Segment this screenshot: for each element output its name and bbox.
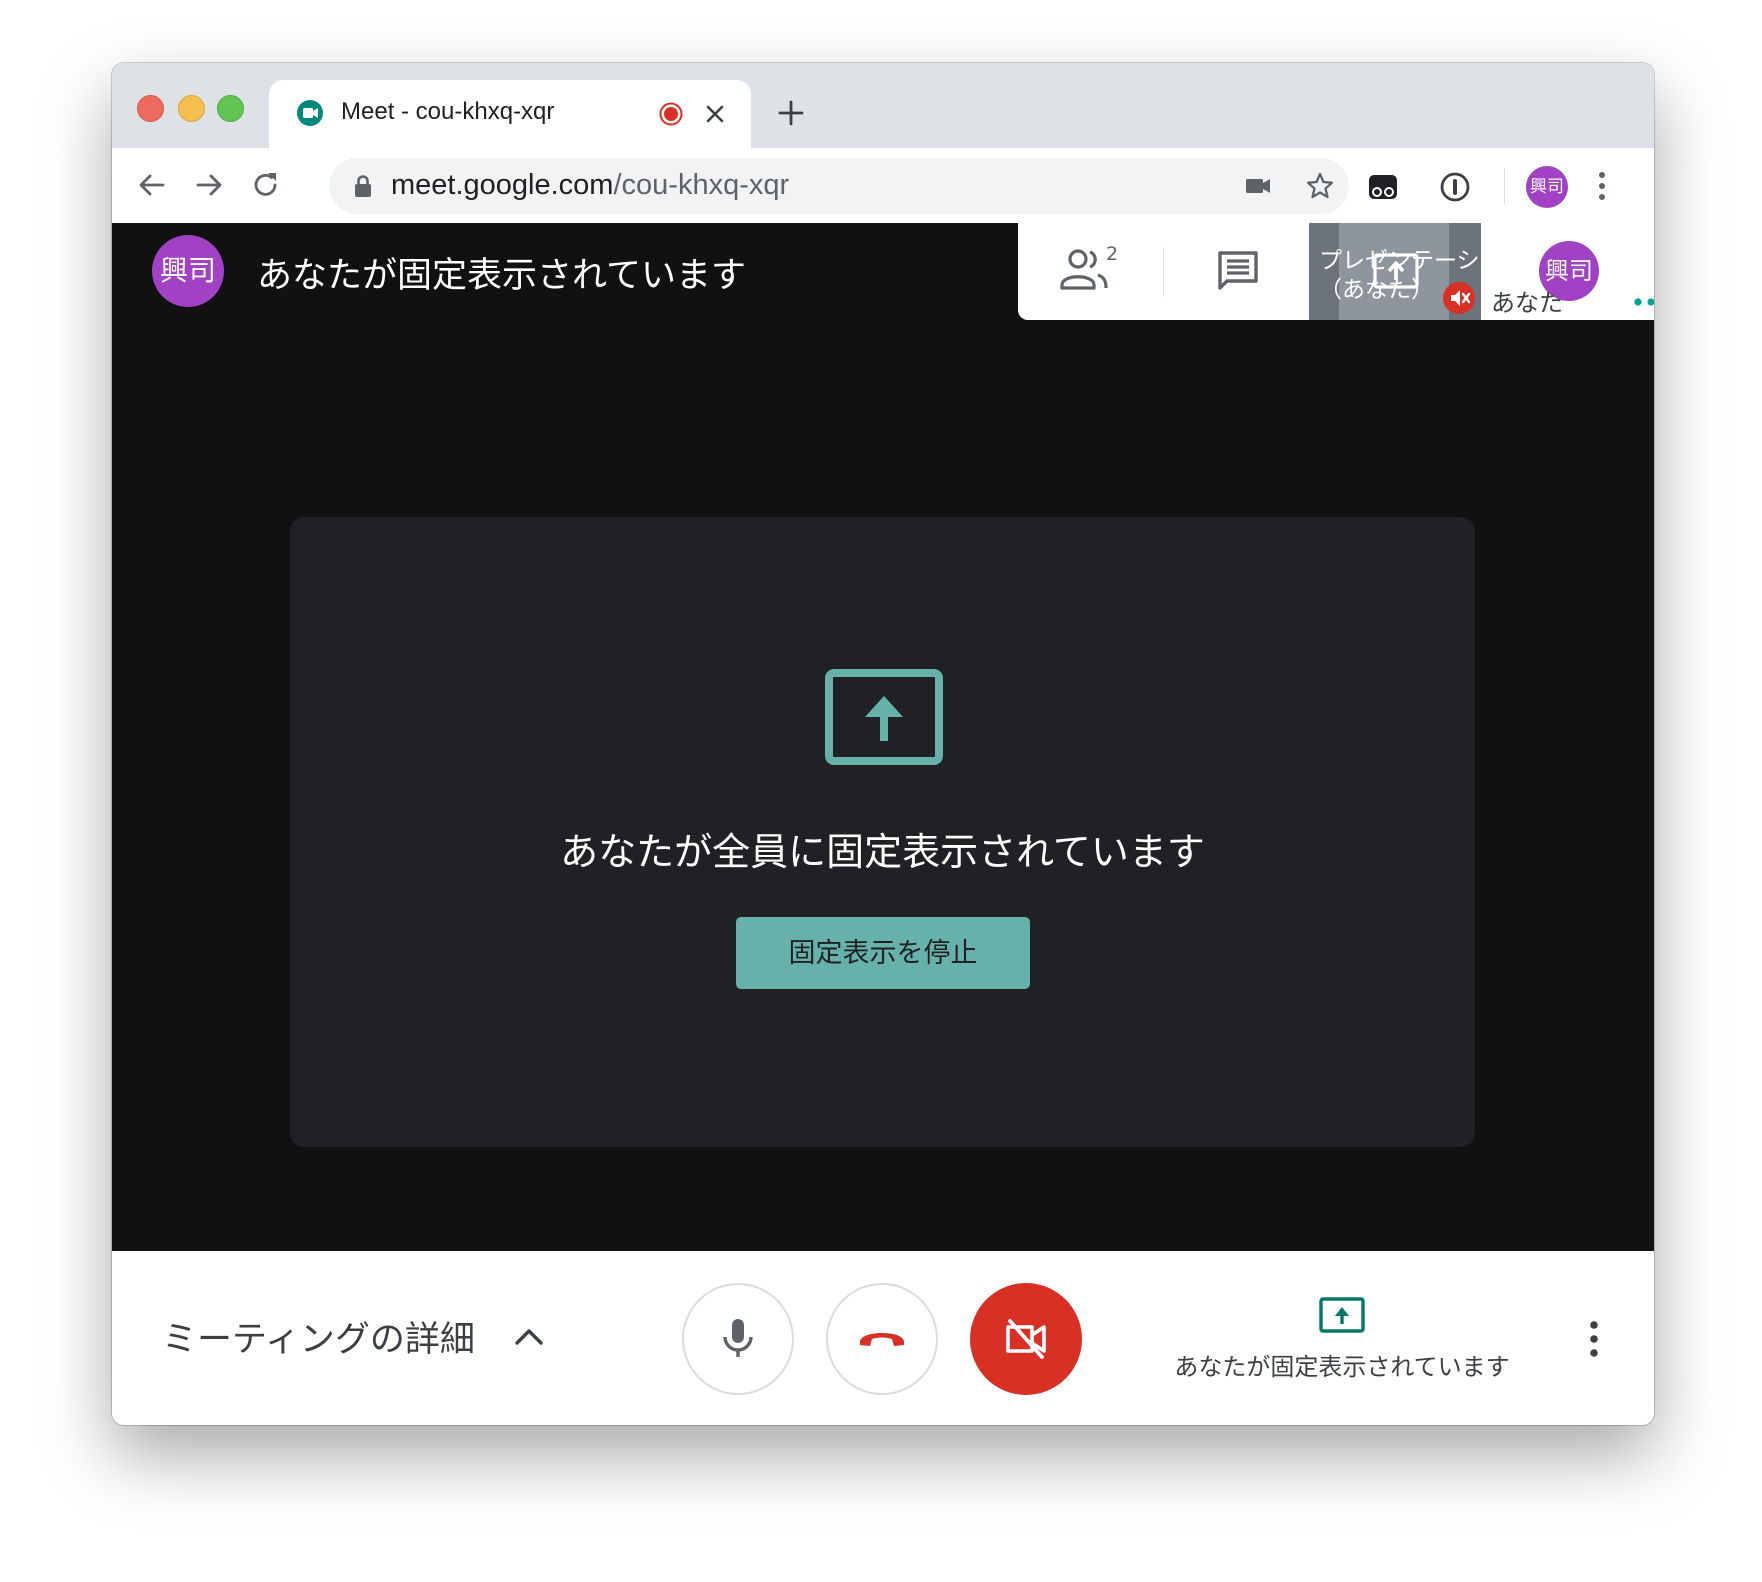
toolbar-divider [1504,168,1505,204]
presentation-tile[interactable]: プレゼンテーシ （あなた） [1309,223,1481,320]
pinned-user-label: あなたが固定表示されています [257,256,746,296]
phone-hangup-icon [860,1333,904,1346]
people-count: 2 [1106,243,1119,265]
self-label: あなた [1491,289,1563,317]
present-screen-icon[interactable] [1319,1297,1365,1333]
panel-divider [1163,247,1164,297]
camera-off-button[interactable] [970,1283,1082,1395]
bookmark-star-icon[interactable] [1304,170,1336,202]
more-options-icon[interactable] [1586,1319,1602,1359]
browser-window: Meet - cou-khxq-xqr meet.google.com/cou-… [112,63,1654,1425]
incognito-extension-icon[interactable] [1366,170,1400,204]
stop-pin-button[interactable]: 固定表示を停止 [736,917,1030,989]
participants-panel: 2 プレゼンテーシ （あなた） 興司 あなた [1018,223,1654,320]
url-domain: meet.google.com [391,169,614,201]
new-tab-icon[interactable] [776,98,806,128]
forward-icon[interactable] [192,168,226,202]
google-meet-icon [297,100,323,126]
pinned-user-avatar: 興司 [152,235,224,307]
pinned-notice-card: あなたが全員に固定表示されています 固定表示を停止 [290,517,1475,1147]
pinned-status-label: あなたが固定表示されています [1174,1353,1510,1381]
presentation-label-line1: プレゼンテーシ [1319,248,1480,274]
minimize-window-button[interactable] [178,95,205,122]
speaker-muted-icon [1451,290,1471,306]
camera-off-icon [1006,1319,1046,1359]
call-controls-bar: ミーティングの詳細 あなたが固定表示されています [112,1251,1654,1425]
microphone-button[interactable] [682,1283,794,1395]
tab-strip: Meet - cou-khxq-xqr [112,63,1654,148]
close-tab-icon[interactable] [701,100,729,128]
meet-stage: 興司 あなたが固定表示されています 2 プレゼンテーシ （あなた） 興司 あなた… [112,223,1654,1251]
close-window-button[interactable] [137,95,164,122]
chevron-up-icon[interactable] [512,1321,546,1351]
hang-up-button[interactable] [826,1283,938,1395]
tab-meet[interactable]: Meet - cou-khxq-xqr [269,80,751,148]
more-horizontal-icon[interactable] [1633,297,1654,307]
address-bar[interactable]: meet.google.com/cou-khxq-xqr [329,158,1349,214]
pinned-message: あなたが全員に固定表示されています [560,830,1205,874]
url-text[interactable]: meet.google.com/cou-khxq-xqr [391,169,789,202]
muted-badge [1443,282,1475,314]
chat-icon[interactable] [1216,249,1260,293]
browser-menu-icon[interactable] [1592,168,1612,204]
profile-avatar[interactable]: 興司 [1526,166,1568,208]
zoom-window-button[interactable] [217,95,244,122]
microphone-icon [723,1319,753,1357]
url-path: /cou-khxq-xqr [613,169,790,201]
meeting-details-button[interactable]: ミーティングの詳細 [162,1311,475,1362]
back-icon[interactable] [135,168,169,202]
password-manager-extension-icon[interactable] [1438,170,1472,204]
camera-in-use-icon[interactable] [1243,173,1273,199]
lock-icon[interactable] [351,173,375,199]
tab-title: Meet - cou-khxq-xqr [341,98,555,125]
reload-icon[interactable] [249,168,283,202]
present-screen-icon [825,669,943,765]
self-tile[interactable]: 興司 あなた [1481,223,1654,320]
recording-indicator-icon [659,102,683,126]
